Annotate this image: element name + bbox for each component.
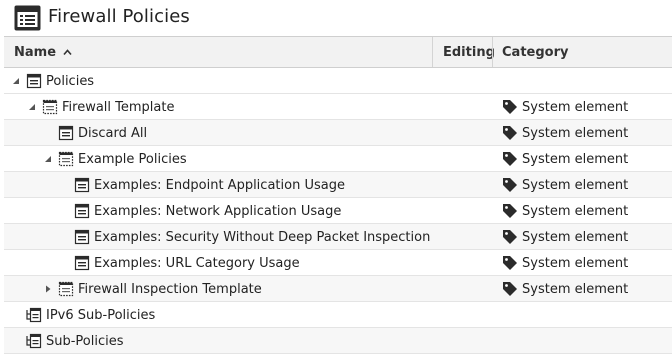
name-cell: Examples: Security Without Deep Packet I… [74,224,430,250]
category-label: System element [522,281,629,297]
column-divider[interactable] [492,37,493,67]
grid-header: Name Editing Category [4,36,672,68]
expanded-triangle-icon [45,156,51,162]
tag-icon [503,100,517,114]
table-row[interactable]: Examples: Endpoint Application Usage Sys… [4,172,672,198]
template-icon [42,99,58,115]
row-label: Policies [46,73,95,89]
row-label: Firewall Inspection Template [78,281,262,297]
category-cell: System element [502,94,628,120]
expand-toggle[interactable] [26,94,38,120]
row-label: Sub-Policies [46,333,124,349]
category-cell: System element [502,146,628,172]
column-header-category-label: Category [502,44,569,60]
expanded-triangle-icon [13,78,19,84]
category-cell: System element [502,276,628,302]
sub-policy-icon [26,307,42,323]
table-row[interactable]: Firewall Template System element [4,94,672,120]
table-row[interactable]: IPv6 Sub-Policies [4,302,672,328]
name-cell: Sub-Policies [26,328,124,354]
template-icon [58,151,74,167]
row-label: Examples: Endpoint Application Usage [94,177,345,193]
category-label: System element [522,99,629,115]
template-icon [58,281,74,297]
column-header-editing[interactable]: Editing [443,37,495,67]
tag-icon [503,152,517,166]
sort-ascending-icon [63,48,72,55]
policy-icon [74,177,90,193]
table-row[interactable]: Discard All System element [4,120,672,146]
category-label: System element [522,255,629,271]
table-row[interactable]: Firewall Inspection Template System elem… [4,276,672,302]
column-header-name-label: Name [14,44,57,60]
table-row[interactable]: Sub-Policies [4,328,672,354]
table-row[interactable]: Examples: Network Application Usage Syst… [4,198,672,224]
category-label: System element [522,229,629,245]
name-cell: Firewall Template [26,94,174,120]
table-row[interactable]: Examples: URL Category Usage System elem… [4,250,672,276]
tag-icon [503,256,517,270]
name-cell: Examples: Network Application Usage [74,198,341,224]
policy-icon [74,203,90,219]
column-header-category[interactable]: Category [502,37,662,67]
row-label: Firewall Template [62,99,175,115]
expand-toggle[interactable] [10,68,22,94]
page-title: Firewall Policies [48,6,190,27]
column-header-name[interactable]: Name [14,37,432,67]
tag-icon [503,230,517,244]
row-label: Examples: Network Application Usage [94,203,342,219]
expanded-triangle-icon [29,104,35,110]
category-cell: System element [502,172,628,198]
category-label: System element [522,177,629,193]
name-cell: Examples: Endpoint Application Usage [74,172,345,198]
category-label: System element [522,203,629,219]
sub-policy-icon [26,333,42,349]
name-cell: Discard All [58,120,147,146]
row-label: Example Policies [78,151,187,167]
row-label: Discard All [78,125,148,141]
category-label: System element [522,125,629,141]
row-label: IPv6 Sub-Policies [46,307,156,323]
name-cell: Policies [10,68,94,94]
policy-list-icon [14,5,41,31]
name-cell: Firewall Inspection Template [42,276,262,302]
policy-icon [74,229,90,245]
tag-icon [503,282,517,296]
category-cell: System element [502,224,628,250]
row-label: Examples: URL Category Usage [94,255,300,271]
tag-icon [503,204,517,218]
category-cell: System element [502,250,628,276]
tag-icon [503,178,517,192]
policy-list-icon [26,73,42,89]
title-bar: Firewall Policies [0,0,672,36]
collapsed-triangle-icon [46,285,51,293]
column-divider[interactable] [432,37,433,67]
category-cell: System element [502,198,628,224]
column-header-editing-label: Editing [443,44,495,60]
policy-icon [74,255,90,271]
row-label: Examples: Security Without Deep Packet I… [94,229,431,245]
name-cell: Example Policies [42,146,187,172]
table-row[interactable]: Policies [4,68,672,94]
table-row[interactable]: Examples: Security Without Deep Packet I… [4,224,672,250]
category-label: System element [522,151,629,167]
expand-toggle[interactable] [42,146,54,172]
policy-icon [58,125,74,141]
tag-icon [503,126,517,140]
table-row[interactable]: Example Policies System element [4,146,672,172]
expand-toggle[interactable] [42,276,54,302]
name-cell: IPv6 Sub-Policies [26,302,155,328]
category-cell: System element [502,120,628,146]
name-cell: Examples: URL Category Usage [74,250,300,276]
